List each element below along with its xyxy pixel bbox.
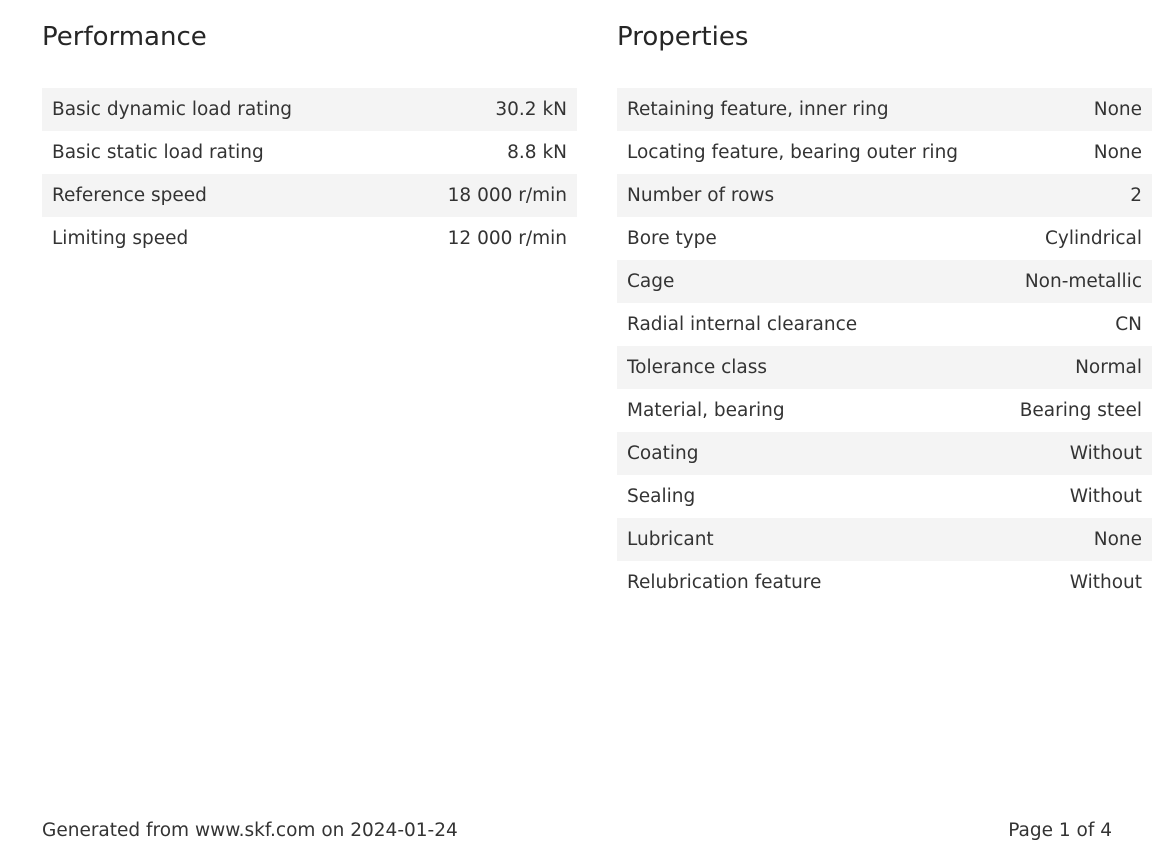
row-value: Normal (1075, 357, 1142, 378)
row-value: Without (1069, 486, 1142, 507)
row-label: Coating (627, 443, 699, 464)
table-row: Retaining feature, inner ring None (617, 88, 1152, 131)
performance-title: Performance (42, 22, 207, 52)
table-row: Basic static load rating 8.8 kN (42, 131, 577, 174)
table-row: Basic dynamic load rating 30.2 kN (42, 88, 577, 131)
properties-title: Properties (617, 22, 749, 52)
row-label: Locating feature, bearing outer ring (627, 142, 959, 163)
row-value: None (1093, 142, 1142, 163)
row-label: Material, bearing (627, 400, 785, 421)
table-row: Reference speed 18 000 r/min (42, 174, 577, 217)
row-label: Basic static load rating (52, 142, 264, 163)
row-value: None (1093, 99, 1142, 120)
table-row: Coating Without (617, 432, 1152, 475)
table-row: Lubricant None (617, 518, 1152, 561)
row-label: Limiting speed (52, 228, 189, 249)
table-row: Sealing Without (617, 475, 1152, 518)
table-row: Cage Non-metallic (617, 260, 1152, 303)
table-row: Bore type Cylindrical (617, 217, 1152, 260)
table-row: Number of rows 2 (617, 174, 1152, 217)
table-row: Radial internal clearance CN (617, 303, 1152, 346)
row-value: 18 000 r/min (447, 185, 567, 206)
row-value: 12 000 r/min (447, 228, 567, 249)
row-value: CN (1115, 314, 1142, 335)
row-label: Lubricant (627, 529, 714, 550)
row-value: 8.8 kN (507, 142, 567, 163)
row-value: Without (1069, 572, 1142, 593)
row-value: 2 (1130, 185, 1142, 206)
row-label: Number of rows (627, 185, 775, 206)
page-number: Page 1 of 4 (1008, 820, 1112, 841)
row-value: 30.2 kN (495, 99, 567, 120)
table-row: Tolerance class Normal (617, 346, 1152, 389)
row-value: Cylindrical (1044, 228, 1142, 249)
performance-table: Basic dynamic load rating 30.2 kN Basic … (42, 88, 577, 260)
table-row: Locating feature, bearing outer ring Non… (617, 131, 1152, 174)
row-value: Non-metallic (1024, 271, 1142, 292)
table-row: Relubrication feature Without (617, 561, 1152, 604)
row-label: Reference speed (52, 185, 207, 206)
table-row: Material, bearing Bearing steel (617, 389, 1152, 432)
row-label: Bore type (627, 228, 717, 249)
row-label: Cage (627, 271, 675, 292)
row-label: Basic dynamic load rating (52, 99, 293, 120)
row-label: Radial internal clearance (627, 314, 858, 335)
row-value: None (1093, 529, 1142, 550)
generated-footer-text: Generated from www.skf.com on 2024-01-24 (42, 820, 458, 841)
row-value: Bearing steel (1019, 400, 1142, 421)
row-label: Relubrication feature (627, 572, 822, 593)
row-label: Tolerance class (627, 357, 768, 378)
row-label: Retaining feature, inner ring (627, 99, 889, 120)
properties-table: Retaining feature, inner ring None Locat… (617, 88, 1152, 604)
table-row: Limiting speed 12 000 r/min (42, 217, 577, 260)
row-value: Without (1069, 443, 1142, 464)
row-label: Sealing (627, 486, 696, 507)
